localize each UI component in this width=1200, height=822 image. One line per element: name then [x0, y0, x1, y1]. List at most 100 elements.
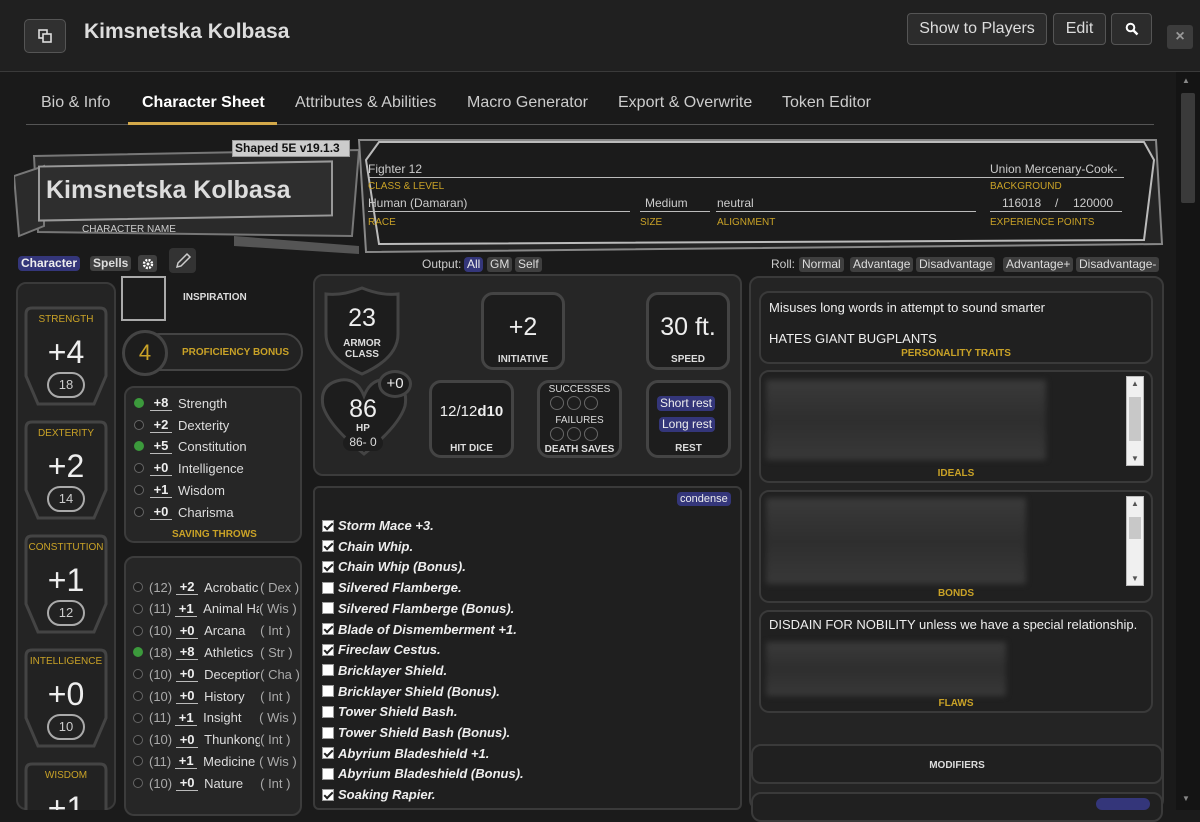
attack-checkbox[interactable]	[322, 560, 334, 573]
attack-row[interactable]: Abyrium Bladeshield (Bonus).	[322, 766, 524, 781]
attack-name[interactable]: Chain Whip.	[338, 539, 413, 554]
dexterity-block[interactable]: DEXTERITY +2 14	[24, 420, 108, 520]
attack-checkbox[interactable]	[322, 788, 334, 801]
attack-name[interactable]: Silvered Flamberge.	[338, 580, 462, 595]
proficiency-dot[interactable]	[134, 420, 144, 430]
attack-name[interactable]: Tower Shield Bash.	[338, 704, 457, 719]
dexterity-score[interactable]: 14	[47, 486, 85, 512]
settings-button[interactable]	[138, 255, 157, 272]
ideals-scrollbar[interactable]: ▲ ▼	[1126, 376, 1144, 466]
skill-row[interactable]: (18) +8 Athletics ( Str )	[133, 644, 293, 661]
scroll-down-icon[interactable]: ▼	[1182, 794, 1190, 803]
tab-bio-info[interactable]: Bio & Info	[41, 94, 110, 112]
attack-checkbox[interactable]	[322, 602, 334, 615]
constitution-block[interactable]: CONSTITUTION +1 12	[24, 534, 108, 634]
constitution-score[interactable]: 12	[47, 600, 85, 626]
close-button[interactable]: ×	[1167, 25, 1193, 49]
attack-row[interactable]: Soaking Rapier.	[322, 787, 436, 802]
attack-checkbox[interactable]	[322, 623, 334, 635]
attack-checkbox[interactable]	[322, 519, 334, 532]
skill-row[interactable]: (10) +0 Nature ( Int )	[133, 775, 290, 792]
alignment-value[interactable]: neutral	[717, 196, 754, 210]
short-rest-button[interactable]: Short rest	[657, 396, 716, 411]
proficiency-dot[interactable]	[133, 691, 143, 701]
hp-temp[interactable]: +0	[378, 370, 412, 398]
attack-row[interactable]: Chain Whip (Bonus).	[322, 559, 466, 574]
attack-checkbox[interactable]	[322, 685, 334, 698]
spells-toggle[interactable]: Spells	[90, 256, 132, 271]
proficiency-dot[interactable]	[133, 647, 143, 658]
skill-row[interactable]: (10) +0 Arcana ( Int )	[133, 623, 290, 639]
skill-row[interactable]: (10) +0 Deceptior( Cha )	[133, 666, 300, 683]
proficiency-dot[interactable]	[133, 734, 143, 745]
success-dots[interactable]	[550, 396, 598, 410]
attack-row[interactable]: Silvered Flamberge.	[322, 580, 462, 595]
proficiency-dot[interactable]	[133, 756, 143, 767]
strength-score[interactable]: 18	[47, 372, 85, 398]
proficiency-dot[interactable]	[134, 441, 144, 451]
attack-name[interactable]: Fireclaw Cestus.	[338, 642, 441, 657]
attack-row[interactable]: Silvered Flamberge (Bonus).	[322, 601, 514, 616]
attack-checkbox[interactable]	[322, 643, 334, 656]
search-button[interactable]	[1111, 13, 1152, 45]
attack-row[interactable]: Fireclaw Cestus.	[322, 642, 441, 657]
intelligence-score[interactable]: 10	[47, 714, 85, 740]
proficiency-dot[interactable]	[133, 778, 143, 789]
intelligence-block[interactable]: INTELLIGENCE +0 10	[24, 648, 108, 748]
character-toggle[interactable]: Character	[18, 256, 81, 271]
attack-name[interactable]: Bricklayer Shield (Bonus).	[338, 684, 500, 699]
roll-normal[interactable]: Normal	[799, 257, 844, 272]
tab-export-overwrite[interactable]: Export & Overwrite	[618, 94, 752, 112]
show-to-players-button[interactable]: Show to Players	[907, 13, 1047, 45]
edit-sheet-button[interactable]	[169, 248, 196, 273]
scrollbar-thumb[interactable]	[1181, 93, 1195, 203]
race-value[interactable]: Human (Damaran)	[368, 196, 467, 210]
skill-row[interactable]: (12) +2 Acrobatic( Dex )	[133, 579, 299, 595]
save-wisdom[interactable]: +1 Wisdom	[134, 482, 225, 498]
attack-row[interactable]: Blade of Dismemberment +1.	[322, 622, 517, 637]
attack-name[interactable]: Chain Whip (Bonus).	[338, 559, 466, 574]
proficiency-dot[interactable]	[134, 398, 144, 408]
proficiency-dot[interactable]	[133, 582, 143, 592]
skill-row[interactable]: (11) +1 Insight ( Wis )	[133, 710, 297, 726]
attack-row[interactable]: Chain Whip.	[322, 539, 413, 554]
attack-row[interactable]: Abyrium Bladeshield +1.	[322, 746, 489, 761]
tab-character-sheet[interactable]: Character Sheet	[142, 94, 265, 112]
hp-max[interactable]: 86- 0	[343, 435, 383, 451]
attack-name[interactable]: Bricklayer Shield.	[338, 663, 447, 678]
save-intelligence[interactable]: +0 Intelligence	[134, 460, 244, 476]
size-value[interactable]: Medium	[645, 196, 688, 210]
failure-dots[interactable]	[550, 427, 598, 441]
attack-checkbox[interactable]	[322, 726, 334, 739]
attack-name[interactable]: Abyrium Bladeshield +1.	[338, 746, 489, 761]
attack-name[interactable]: Abyrium Bladeshield (Bonus).	[338, 766, 524, 781]
output-gm[interactable]: GM	[487, 257, 513, 272]
inspiration-checkbox[interactable]	[121, 276, 166, 321]
roll-disadvantage[interactable]: Disadvantage	[916, 257, 996, 272]
proficiency-dot[interactable]	[133, 625, 143, 636]
attack-checkbox[interactable]	[322, 747, 334, 760]
attack-checkbox[interactable]	[322, 767, 334, 780]
xp-next-value[interactable]: 120000	[1073, 196, 1113, 210]
attack-name[interactable]: Tower Shield Bash (Bonus).	[338, 725, 510, 740]
attack-checkbox[interactable]	[322, 705, 334, 718]
edit-button[interactable]: Edit	[1053, 13, 1106, 45]
roll-advantage-plus[interactable]: Advantage+	[1003, 257, 1074, 272]
proficiency-dot[interactable]	[133, 603, 143, 614]
proficiency-dot[interactable]	[134, 507, 144, 517]
proficiency-dot[interactable]	[134, 463, 144, 473]
skill-row[interactable]: (11) +1 Medicine( Wis )	[133, 753, 297, 770]
scroll-up-icon[interactable]: ▲	[1182, 76, 1190, 85]
save-dexterity[interactable]: +2 Dexterity	[134, 417, 229, 433]
proficiency-dot[interactable]	[133, 712, 143, 723]
attack-checkbox[interactable]	[322, 664, 334, 677]
save-charisma[interactable]: +0 Charisma	[134, 504, 234, 520]
skill-row[interactable]: (10) +0 History ( Int )	[133, 688, 290, 704]
proficiency-dot[interactable]	[133, 669, 143, 680]
long-rest-button[interactable]: Long rest	[659, 417, 716, 432]
background-value[interactable]: Union Mercenary-Cook-	[990, 162, 1117, 176]
tab-token-editor[interactable]: Token Editor	[782, 94, 871, 112]
next-section-button[interactable]	[1096, 798, 1150, 810]
wisdom-block[interactable]: WISDOM +1	[24, 762, 108, 810]
bonds-scrollbar[interactable]: ▲ ▼	[1126, 496, 1144, 586]
